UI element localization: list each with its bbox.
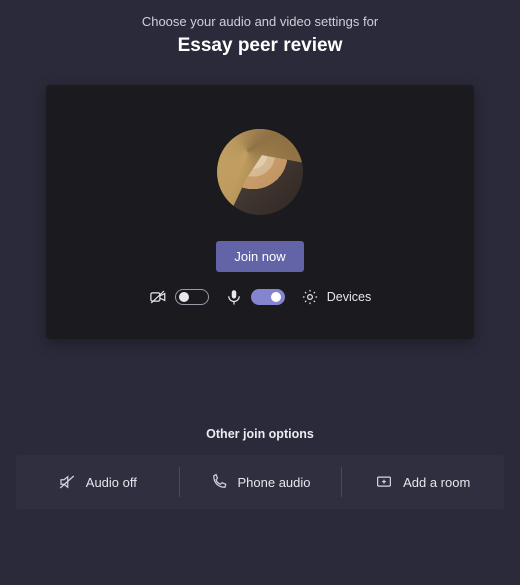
options-row: Audio off Phone audio Add a room [16, 455, 504, 509]
camera-toggle-switch[interactable] [175, 289, 209, 305]
speaker-off-icon [58, 473, 76, 491]
option-label: Audio off [86, 475, 137, 490]
add-room-icon [375, 473, 393, 491]
av-controls: Devices [149, 288, 371, 306]
mic-toggle[interactable] [225, 288, 285, 306]
mic-toggle-switch[interactable] [251, 289, 285, 305]
microphone-icon [225, 288, 243, 306]
other-join-options: Other join options Audio off Phone audio… [8, 427, 512, 509]
prejoin-screen: Choose your audio and video settings for… [0, 0, 520, 585]
audio-off-option[interactable]: Audio off [16, 455, 179, 509]
join-now-button[interactable]: Join now [216, 241, 303, 272]
avatar [217, 129, 303, 215]
devices-label: Devices [327, 290, 371, 304]
header-subtitle: Choose your audio and video settings for [8, 14, 512, 29]
header: Choose your audio and video settings for… [8, 14, 512, 57]
meeting-title: Essay peer review [8, 35, 512, 57]
other-options-title: Other join options [8, 427, 512, 441]
option-label: Phone audio [238, 475, 311, 490]
add-room-option[interactable]: Add a room [341, 455, 504, 509]
phone-audio-option[interactable]: Phone audio [179, 455, 342, 509]
option-label: Add a room [403, 475, 470, 490]
gear-icon [301, 288, 319, 306]
phone-icon [210, 473, 228, 491]
devices-button[interactable]: Devices [301, 288, 371, 306]
video-preview-panel: Join now Devices [46, 85, 474, 339]
video-off-icon [149, 288, 167, 306]
camera-toggle[interactable] [149, 288, 209, 306]
